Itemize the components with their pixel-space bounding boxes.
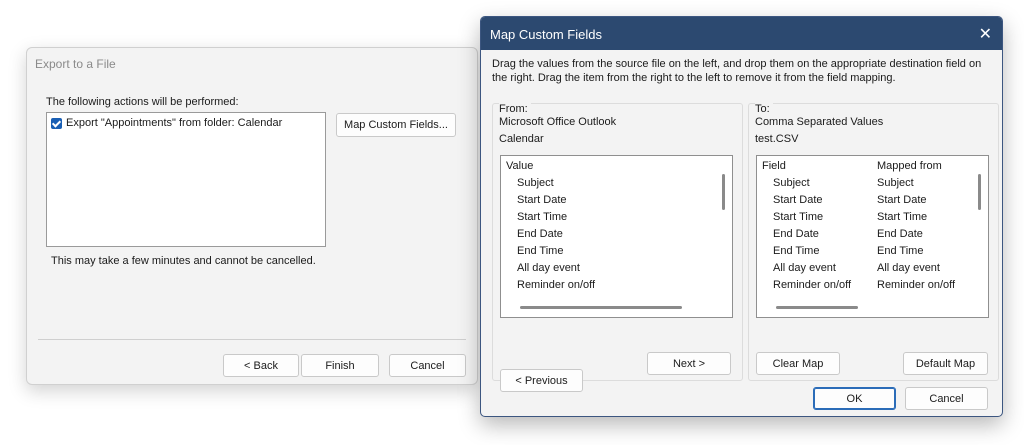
warning-note: This may take a few minutes and cannot b… (51, 255, 316, 267)
dialog-title: Map Custom Fields (490, 27, 602, 42)
list-item[interactable]: Start Time (517, 209, 567, 226)
from-group: From: Microsoft Office Outlook Calendar … (492, 103, 743, 392)
close-icon[interactable]: ✕ (979, 24, 992, 44)
table-row-field[interactable]: All day event (773, 260, 836, 277)
actions-label: The following actions will be performed: (46, 96, 239, 108)
table-row-mapped[interactable]: Start Date (877, 192, 927, 209)
instructions-text: Drag the values from the source file on … (492, 58, 982, 84)
table-row-field[interactable]: End Time (773, 243, 819, 260)
ok-button[interactable]: OK (813, 387, 896, 410)
list-item[interactable]: End Date (517, 226, 563, 243)
horizontal-scrollbar[interactable] (776, 306, 858, 309)
list-item[interactable]: Start Date (517, 192, 567, 209)
source-app: Microsoft Office Outlook (499, 116, 617, 128)
default-map-button[interactable]: Default Map (903, 352, 988, 375)
table-row-mapped[interactable]: End Time (877, 243, 923, 260)
column-header-field: Field (762, 160, 786, 172)
checkbox-checked-icon[interactable] (51, 117, 62, 129)
finish-button[interactable]: Finish (301, 354, 379, 377)
actions-list: Export "Appointments" from folder: Calen… (46, 112, 326, 247)
list-item[interactable]: Subject (517, 175, 554, 192)
clear-map-button[interactable]: Clear Map (756, 352, 840, 375)
map-custom-fields-button[interactable]: Map Custom Fields... (336, 113, 456, 137)
map-custom-fields-dialog: Map Custom Fields ✕ Drag the values from… (480, 16, 1003, 417)
next-button[interactable]: Next > (647, 352, 731, 375)
list-item[interactable]: All day event (517, 260, 580, 277)
table-row-mapped[interactable]: Reminder on/off (877, 277, 955, 294)
dialog-title: Export to a File (35, 57, 116, 71)
source-folder: Calendar (499, 133, 544, 145)
title-bar: Map Custom Fields ✕ (481, 17, 1002, 50)
column-header-mapped: Mapped from (877, 160, 942, 172)
table-row-field[interactable]: End Date (773, 226, 819, 243)
table-row-mapped[interactable]: End Date (877, 226, 923, 243)
action-item[interactable]: Export "Appointments" from folder: Calen… (51, 117, 282, 129)
vertical-scrollbar[interactable] (978, 174, 981, 210)
list-item[interactable]: Reminder on/off (517, 277, 595, 294)
to-group: To: Comma Separated Values test.CSV Fiel… (748, 103, 999, 381)
destination-fields-list[interactable]: Field Mapped from Subject Subject Start … (756, 155, 989, 318)
destination-file: test.CSV (755, 133, 799, 145)
horizontal-scrollbar[interactable] (520, 306, 682, 309)
separator (38, 339, 466, 340)
table-row-field[interactable]: Reminder on/off (773, 277, 851, 294)
cancel-button[interactable]: Cancel (389, 354, 466, 377)
to-label: To: (755, 103, 773, 115)
table-row-mapped[interactable]: All day event (877, 260, 940, 277)
previous-button[interactable]: < Previous (500, 369, 583, 392)
table-row-field[interactable]: Subject (773, 175, 810, 192)
back-button[interactable]: < Back (223, 354, 299, 377)
from-label: From: (499, 103, 531, 115)
vertical-scrollbar[interactable] (722, 174, 725, 210)
table-row-field[interactable]: Start Time (773, 209, 823, 226)
source-fields-list[interactable]: Value Subject Start Date Start Time End … (500, 155, 733, 318)
export-to-file-dialog: Export to a File The following actions w… (26, 47, 478, 385)
table-row-mapped[interactable]: Start Time (877, 209, 927, 226)
action-item-label: Export "Appointments" from folder: Calen… (66, 117, 283, 129)
list-item[interactable]: End Time (517, 243, 563, 260)
list-header: Value (506, 160, 534, 172)
table-row-field[interactable]: Start Date (773, 192, 823, 209)
destination-type: Comma Separated Values (755, 116, 884, 128)
cancel-button[interactable]: Cancel (905, 387, 988, 410)
table-row-mapped[interactable]: Subject (877, 175, 914, 192)
